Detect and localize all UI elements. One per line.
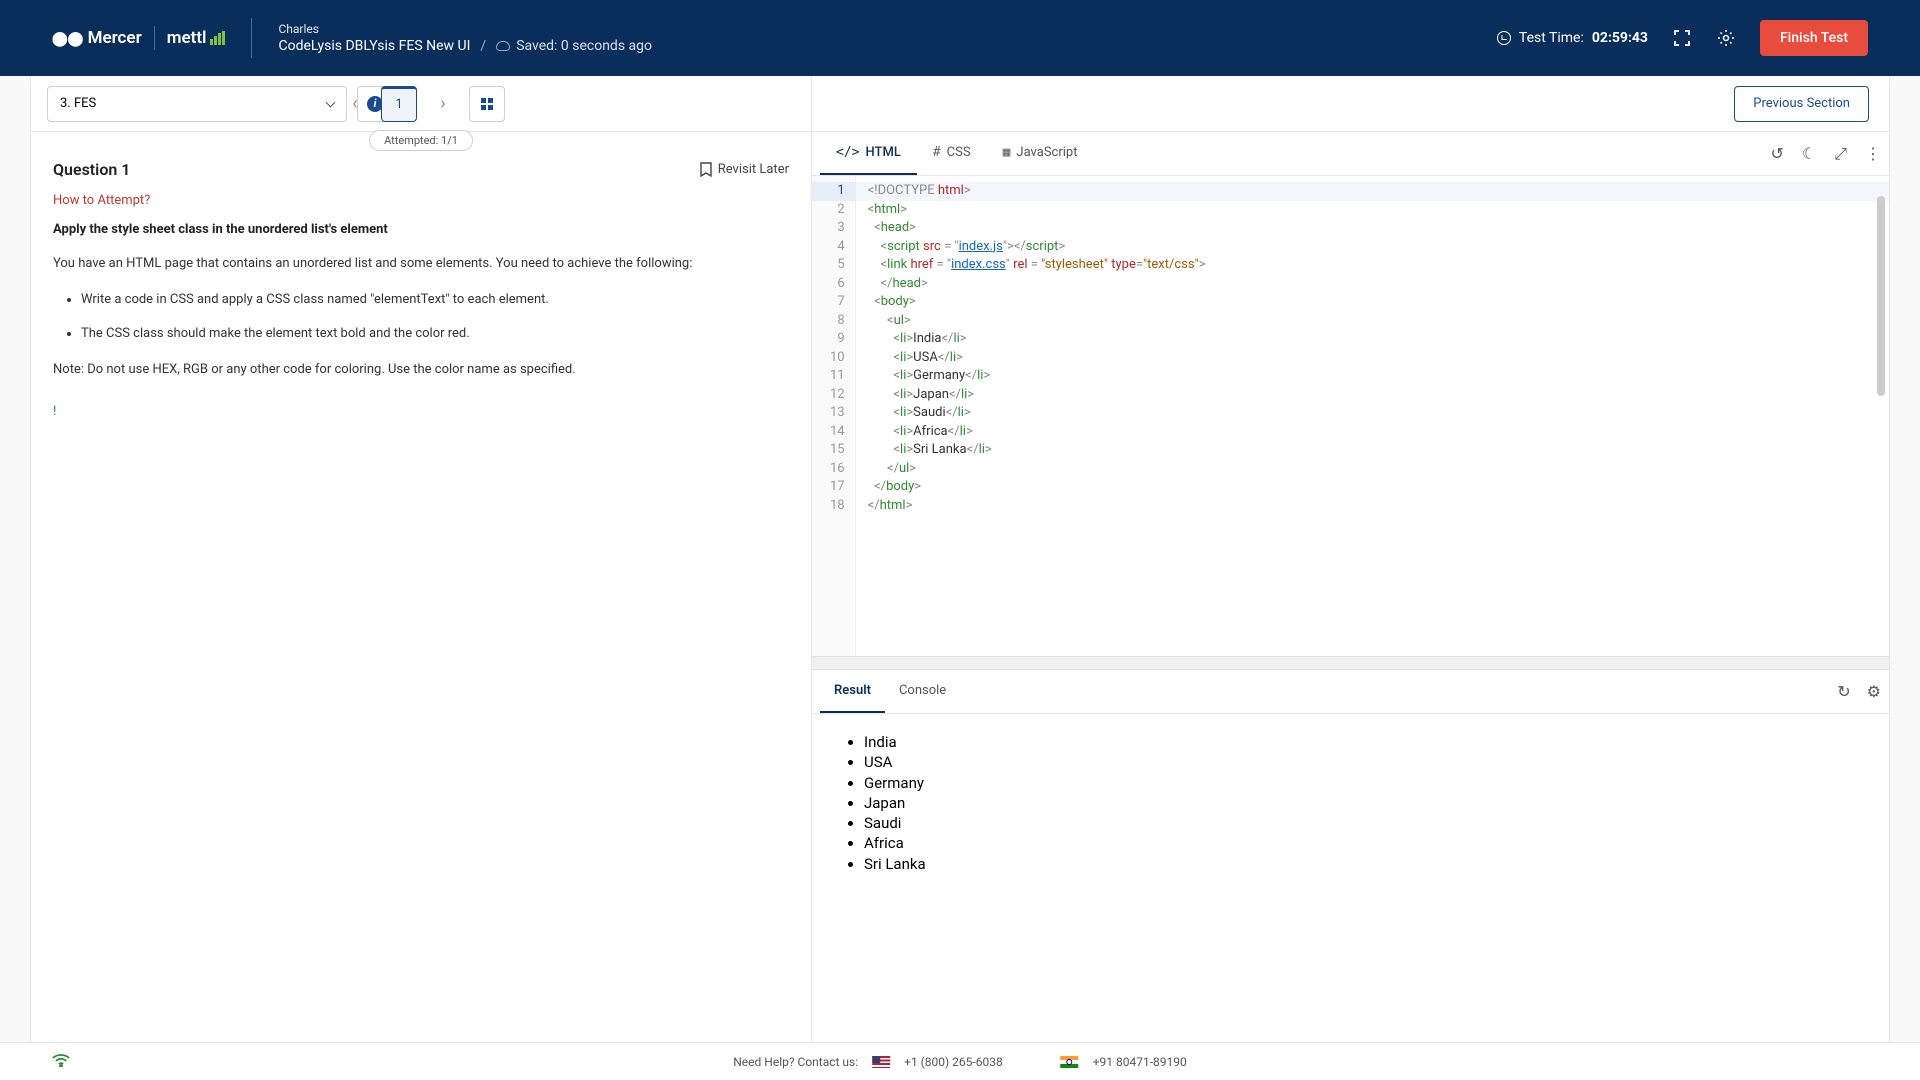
result-item: India <box>864 732 1859 752</box>
revisit-later-button[interactable]: Revisit Later <box>700 162 789 177</box>
app-header: ⬤⬤ Mercer mettl Charles CodeLysis DBLYsi… <box>0 0 1920 76</box>
expand-icon[interactable]: ⤢ <box>1834 144 1847 164</box>
bookmark-icon <box>700 162 712 177</box>
grid-icon <box>481 98 493 110</box>
question-intro: You have an HTML page that contains an u… <box>53 253 789 275</box>
line-gutter: 123456789101112131415161718 <box>812 176 856 656</box>
mettl-logo: mettl <box>167 28 226 48</box>
question-bullet: The CSS class should make the element te… <box>81 323 789 345</box>
tab-css[interactable]: # CSS <box>917 132 987 175</box>
question-title: Apply the style sheet class in the unord… <box>53 222 789 237</box>
html-tag-icon: </> <box>836 145 859 160</box>
hash-icon: # <box>933 145 941 160</box>
how-to-attempt-link[interactable]: How to Attempt? <box>53 193 789 208</box>
result-item: Germany <box>864 773 1859 793</box>
more-options-icon[interactable]: ⋮ <box>1865 144 1881 163</box>
flag-in-icon <box>1061 1056 1079 1068</box>
question-body: You have an HTML page that contains an u… <box>53 253 789 423</box>
cloud-icon <box>496 41 510 51</box>
result-item: USA <box>864 752 1859 772</box>
candidate-name: Charles <box>278 22 652 36</box>
result-item: Saudi <box>864 813 1859 833</box>
refresh-icon[interactable]: ↻ <box>1837 682 1850 701</box>
help-label: Need Help? Contact us: <box>733 1055 858 1069</box>
brand-logos: ⬤⬤ Mercer mettl <box>52 26 225 50</box>
pane-splitter[interactable] <box>812 656 1889 670</box>
tab-js[interactable]: ▦ JavaScript <box>987 132 1094 175</box>
logo-divider <box>154 26 155 50</box>
phone-in: +91 80471-89190 <box>1093 1055 1187 1069</box>
result-tabs: Result Console ↻ ⚙ <box>812 670 1889 714</box>
header-divider <box>251 18 252 58</box>
prev-question-button[interactable]: ‹ <box>337 86 373 122</box>
test-timer: Test Time: 02:59:43 <box>1497 30 1648 46</box>
fullscreen-toggle-icon[interactable] <box>1672 28 1692 48</box>
result-item: Africa <box>864 833 1859 853</box>
flag-us-icon <box>872 1056 890 1068</box>
theme-toggle-icon[interactable]: ☾ <box>1802 144 1816 163</box>
result-item: Japan <box>864 793 1859 813</box>
phone-us: +1 (800) 265-6038 <box>904 1055 1003 1069</box>
tab-result[interactable]: Result <box>820 670 885 713</box>
tab-html[interactable]: </> HTML <box>820 132 917 175</box>
next-question-button[interactable]: › <box>425 86 461 122</box>
result-settings-icon[interactable]: ⚙ <box>1867 682 1881 701</box>
history-icon[interactable]: ↺ <box>1770 144 1783 163</box>
section-select[interactable]: 3. FES <box>47 86 347 122</box>
finish-test-button[interactable]: Finish Test <box>1760 20 1868 56</box>
test-meta: Charles CodeLysis DBLYsis FES New UI / S… <box>278 22 652 54</box>
result-item: Sri Lanka <box>864 854 1859 874</box>
scrollbar[interactable] <box>1877 196 1885 396</box>
question-heading: Question 1 <box>53 160 130 179</box>
previous-section-button[interactable]: Previous Section <box>1734 86 1869 122</box>
attempted-pill: Attempted: 1/1 <box>369 130 473 151</box>
question-grid-button[interactable] <box>469 86 505 122</box>
question-bullet: Write a code in CSS and apply a CSS clas… <box>81 289 789 311</box>
js-icon: ▦ <box>1003 145 1011 160</box>
question-toolbar: 3. FES i ‹ 1 › Attempted: 1/1 <box>31 76 811 132</box>
clock-icon <box>1497 31 1511 45</box>
right-toolbar: Previous Section <box>812 76 1889 132</box>
wifi-icon <box>52 1052 70 1071</box>
chevron-down-icon <box>326 97 336 107</box>
code-tabs: </> HTML # CSS ▦ JavaScript ↺ ☾ ⤢ <box>812 132 1889 176</box>
code-body[interactable]: <!DOCTYPE html><html> <head> <script src… <box>856 176 1889 656</box>
result-output: IndiaUSAGermanyJapanSaudiAfricaSri Lanka <box>812 714 1889 1042</box>
question-panel: Question 1 Revisit Later How to Attempt?… <box>31 132 811 451</box>
tab-console[interactable]: Console <box>885 670 960 713</box>
question-note: Note: Do not use HEX, RGB or any other c… <box>53 359 789 381</box>
question-mark: ! <box>53 401 789 423</box>
question-number-button[interactable]: 1 <box>381 86 417 122</box>
code-editor[interactable]: 123456789101112131415161718 <!DOCTYPE ht… <box>812 176 1889 656</box>
saved-status: Saved: 0 seconds ago <box>496 38 652 54</box>
settings-icon[interactable] <box>1716 28 1736 48</box>
mercer-logo: ⬤⬤ Mercer <box>52 28 142 48</box>
footer: Need Help? Contact us: +1 (800) 265-6038… <box>0 1042 1920 1080</box>
test-title: CodeLysis DBLYsis FES New UI <box>278 38 470 54</box>
separator: / <box>480 38 486 54</box>
